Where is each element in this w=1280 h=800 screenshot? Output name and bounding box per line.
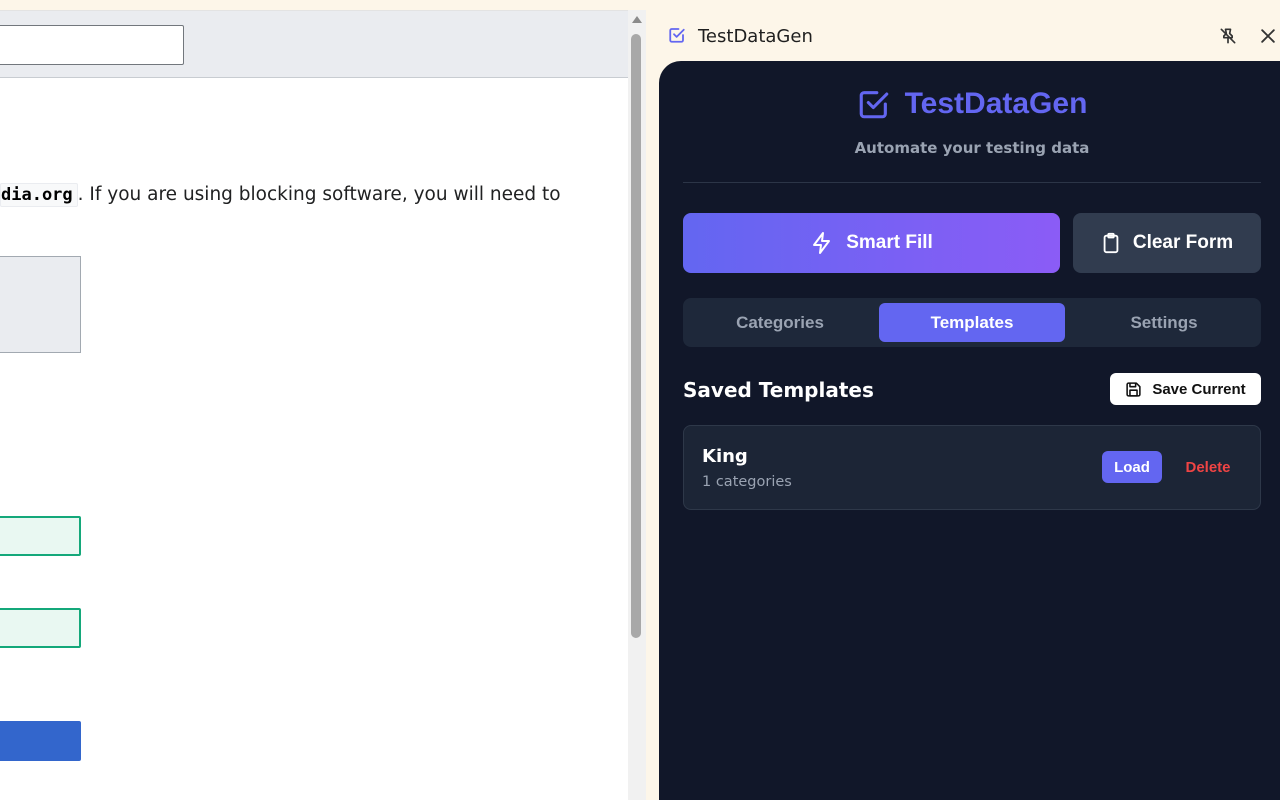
- tab-bar: Categories Templates Settings: [683, 298, 1261, 347]
- web-page-content: dia.org. If you are using blocking softw…: [0, 10, 628, 800]
- tab-templates[interactable]: Templates: [879, 303, 1065, 342]
- web-form-field[interactable]: [0, 608, 81, 648]
- web-body-text: dia.org. If you are using blocking softw…: [0, 181, 620, 209]
- save-current-label: Save Current: [1152, 380, 1246, 398]
- tab-settings[interactable]: Settings: [1073, 303, 1255, 342]
- checkbox-brand-icon: [857, 87, 891, 121]
- scrollbar-thumb[interactable]: [631, 34, 641, 638]
- side-panel-title: TestDataGen: [698, 26, 813, 47]
- web-form-field[interactable]: [0, 516, 81, 556]
- close-icon[interactable]: [1258, 26, 1278, 46]
- template-category-count: 1 categories: [702, 474, 792, 490]
- saved-templates-heading: Saved Templates: [683, 378, 874, 402]
- web-code-snippet: dia.org: [0, 183, 78, 207]
- divider: [683, 182, 1261, 183]
- delete-template-button[interactable]: Delete: [1176, 451, 1240, 483]
- tagline: Automate your testing data: [854, 139, 1090, 157]
- web-submit-button[interactable]: [0, 721, 81, 761]
- brand-name: TestDataGen: [904, 87, 1088, 120]
- clear-form-button[interactable]: Clear Form: [1073, 213, 1261, 273]
- web-body-sentence: . If you are using blocking software, yo…: [77, 184, 561, 205]
- smart-fill-label: Smart Fill: [846, 232, 933, 253]
- unpin-icon[interactable]: [1218, 26, 1238, 46]
- side-panel-header: TestDataGen: [646, 0, 1280, 60]
- scroll-up-arrow-icon[interactable]: [632, 16, 642, 23]
- template-name: King: [702, 446, 748, 467]
- save-disk-icon: [1125, 381, 1142, 398]
- clipboard-icon: [1101, 232, 1121, 254]
- web-image-box: [0, 256, 81, 353]
- load-template-button[interactable]: Load: [1102, 451, 1162, 483]
- checkbox-logo-icon: [668, 26, 686, 44]
- web-header-bar: [0, 11, 628, 78]
- save-current-button[interactable]: Save Current: [1110, 373, 1261, 405]
- extension-app: TestDataGen Automate your testing data S…: [659, 61, 1280, 800]
- tab-categories[interactable]: Categories: [689, 303, 871, 342]
- template-card: King 1 categories Load Delete: [683, 425, 1261, 510]
- web-search-input[interactable]: [0, 25, 184, 65]
- page-scrollbar[interactable]: [628, 10, 646, 800]
- brand-header: TestDataGen: [659, 87, 1280, 126]
- smart-fill-button[interactable]: Smart Fill: [683, 213, 1060, 273]
- lightning-icon: [810, 231, 834, 255]
- clear-form-label: Clear Form: [1132, 232, 1234, 253]
